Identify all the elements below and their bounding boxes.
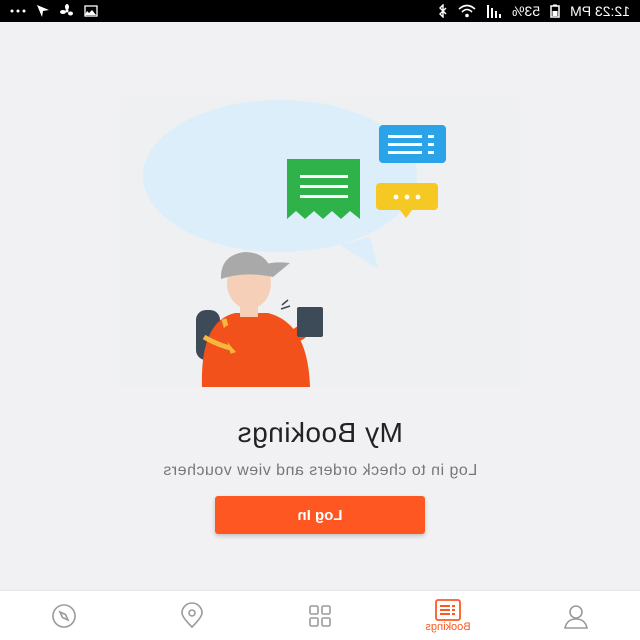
location-arrow-icon — [36, 4, 50, 18]
fan-icon — [60, 4, 74, 18]
nav-item-profile[interactable] — [512, 591, 640, 640]
wifi-icon — [458, 4, 476, 18]
main-content: My Bookings Log in to check orders and v… — [0, 22, 640, 590]
bottom-nav: Bookings — [0, 590, 640, 640]
profile-icon — [561, 601, 591, 631]
bluetooth-icon — [438, 4, 448, 18]
more-icon — [10, 9, 26, 13]
status-bar: 12:23 PM 53% — [0, 0, 640, 22]
battery-icon — [550, 4, 560, 18]
nav-item-bookings[interactable]: Bookings — [384, 591, 512, 640]
screen: 12:23 PM 53% My Bookings Log in to check… — [0, 0, 640, 640]
bookings-icon — [434, 598, 462, 621]
nav-label-bookings: Bookings — [425, 620, 471, 633]
battery-percent: 53% — [512, 3, 541, 19]
page-subtitle: Log in to check orders and view vouchers — [162, 462, 478, 479]
receipt-card-icon — [287, 159, 360, 219]
grid-icon — [306, 602, 334, 630]
nav-item-location[interactable] — [128, 591, 256, 640]
status-time: 12:23 PM — [570, 3, 630, 19]
bookings-illustration — [120, 97, 520, 387]
compass-icon — [49, 601, 79, 631]
location-pin-icon — [178, 601, 206, 630]
document-card-icon — [379, 125, 446, 163]
nav-item-explore[interactable] — [0, 591, 128, 640]
nav-item-grid[interactable] — [256, 591, 384, 640]
image-icon — [84, 5, 98, 17]
login-button[interactable]: Log In — [215, 496, 425, 534]
page-title: My Bookings — [237, 417, 403, 448]
signal-icon — [486, 4, 502, 18]
